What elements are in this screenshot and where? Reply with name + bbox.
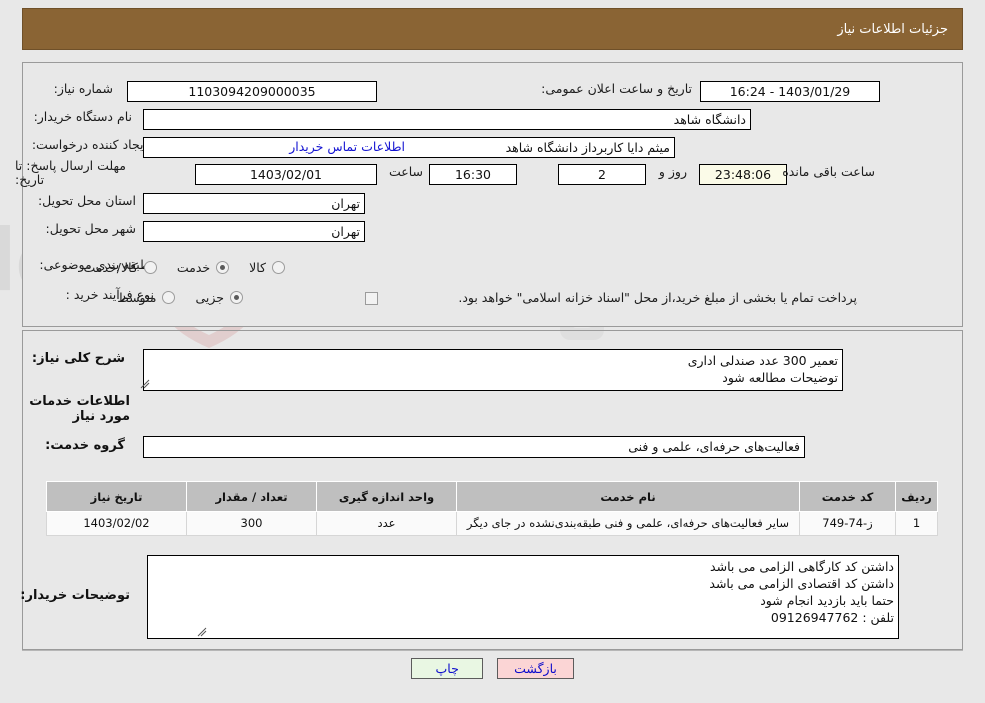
radio-process-motevasset[interactable]	[162, 291, 176, 304]
need-number-label: شماره نیاز:	[53, 81, 113, 96]
remaining-days-field[interactable]: 2	[558, 164, 646, 185]
table-row: 1 ز-74-749 سایر فعالیت‌های حرفه‌ای، علمی…	[46, 511, 938, 536]
need-description-block: شرح کلی نیاز:	[32, 351, 125, 367]
action-button-bar: بازگشت چاپ	[0, 658, 985, 679]
buyer-org-field[interactable]: دانشگاه شاهد	[143, 109, 751, 130]
treasury-bonds-note: پرداخت تمام یا بخشی از مبلغ خرید،از محل …	[458, 290, 857, 305]
radio-process-jozi-label: جزیی	[195, 290, 224, 305]
announce-datetime-label: تاریخ و ساعت اعلان عمومی:	[541, 81, 692, 96]
service-group-block: گروه خدمت:	[45, 438, 125, 454]
col-unit: واحد اندازه گیری	[316, 481, 457, 512]
need-description-label: شرح کلی نیاز:	[31, 351, 125, 366]
radio-category-kala-khedmat-label: کالا/خدمت	[83, 260, 138, 275]
category-radio-group: کالا خدمت کالا/خدمت	[69, 260, 285, 275]
days-label: روز و	[658, 164, 687, 179]
col-row-no: ردیف	[895, 481, 938, 512]
col-service-name: نام خدمت	[456, 481, 800, 512]
need-description-textarea[interactable]: تعمیر 300 عدد صندلی اداری توضیحات مطالعه…	[143, 349, 843, 391]
cell-row-no: 1	[895, 511, 938, 536]
cell-quantity: 300	[186, 511, 317, 536]
deadline-time-field[interactable]: 16:30	[429, 164, 517, 185]
cell-service-name: سایر فعالیت‌های حرفه‌ای، علمی و فنی طبقه…	[456, 511, 800, 536]
page-root: AnaTender.net جزئیات اطلاعات نیاز شماره …	[0, 0, 985, 703]
col-service-code: کد خدمت	[799, 481, 896, 512]
buyer-notes-textarea[interactable]: داشتن کد کارگاهی الزامی می باشد داشتن کد…	[147, 555, 899, 639]
page-header: جزئیات اطلاعات نیاز	[22, 8, 963, 50]
radio-category-khedmat-label: خدمت	[176, 260, 211, 275]
buyer-notes-label: توضیحات خریدار:	[20, 588, 130, 603]
table-header-row: ردیف کد خدمت نام خدمت واحد اندازه گیری ت…	[46, 481, 938, 512]
buyer-notes-block: توضیحات خریدار:	[20, 588, 130, 604]
col-quantity: تعداد / مقدار	[186, 481, 317, 512]
deadline-date-field[interactable]: 1403/02/01	[195, 164, 377, 185]
radio-process-jozi[interactable]	[230, 291, 243, 304]
services-section-title: اطلاعات خدمات مورد نیاز	[29, 394, 130, 424]
city-label: شهر محل تحویل:	[45, 221, 136, 236]
creator-field[interactable]: میثم دایا کاربرداز دانشگاه شاهد	[143, 137, 675, 158]
buyer-contact-link[interactable]: اطلاعات تماس خریدار	[289, 139, 405, 154]
city-field[interactable]: تهران	[143, 221, 365, 242]
radio-category-kala[interactable]	[272, 261, 285, 274]
deadline-label: مهلت ارسال پاسخ: تا تاریخ:	[15, 158, 126, 187]
service-group-label: گروه خدمت:	[45, 438, 125, 453]
cell-unit: عدد	[316, 511, 457, 536]
need-number-field[interactable]: 1103094209000035	[127, 81, 377, 102]
print-button[interactable]: چاپ	[411, 658, 484, 679]
remaining-timer-field: 23:48:06	[699, 164, 787, 185]
cell-need-date: 1403/02/02	[46, 511, 187, 536]
col-need-date: تاریخ نیاز	[46, 481, 187, 512]
remaining-hours-label: ساعت باقی مانده	[782, 164, 875, 179]
radio-category-kala-khedmat[interactable]	[143, 261, 157, 274]
cell-service-code: ز-74-749	[799, 511, 896, 536]
province-field[interactable]: تهران	[143, 193, 365, 214]
bottom-divider	[22, 650, 963, 651]
radio-category-kala-label: کالا	[249, 260, 266, 275]
radio-process-motevasset-label: متوسط	[117, 290, 157, 305]
creator-label: ایجاد کننده درخواست:	[31, 137, 147, 152]
announce-datetime-field[interactable]: 1403/01/29 - 16:24	[700, 81, 880, 102]
page-title: جزئیات اطلاعات نیاز	[837, 21, 948, 37]
process-radio-group: جزیی متوسط	[103, 290, 243, 305]
services-table: ردیف کد خدمت نام خدمت واحد اندازه گیری ت…	[46, 481, 938, 536]
buyer-org-label: نام دستگاه خریدار:	[33, 109, 132, 124]
hour-label: ساعت	[388, 164, 423, 179]
treasury-bonds-checkbox[interactable]	[365, 292, 378, 305]
province-label: استان محل تحویل:	[37, 193, 136, 208]
service-group-field[interactable]: فعالیت‌های حرفه‌ای، علمی و فنی	[143, 436, 805, 458]
back-button[interactable]: بازگشت	[497, 658, 574, 679]
radio-category-khedmat[interactable]	[216, 261, 230, 274]
